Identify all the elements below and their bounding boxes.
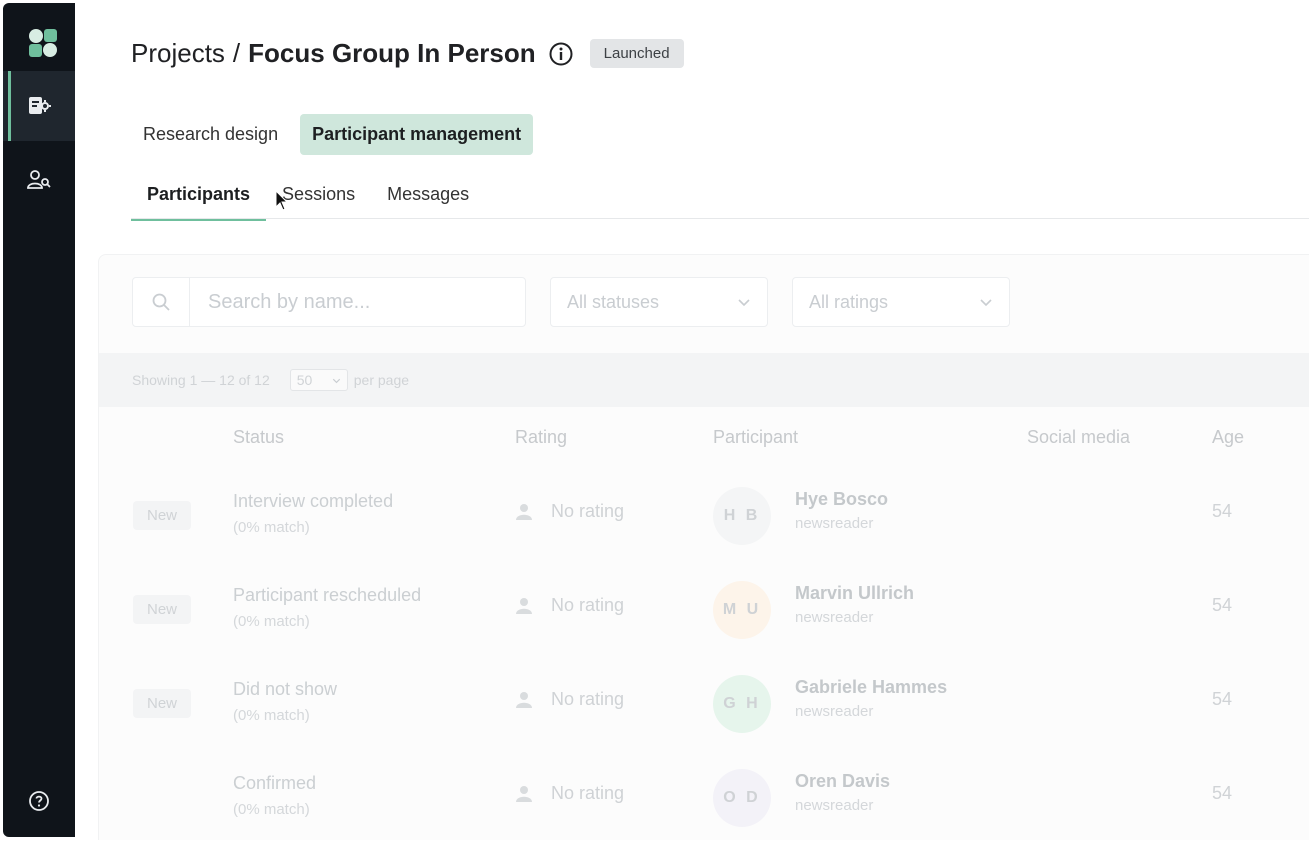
mode-tabs: Research design Participant management (131, 114, 534, 155)
sidebar-item-participants[interactable] (3, 145, 75, 215)
avatar: M U (713, 581, 771, 639)
showing-text: Showing 1 — 12 of 12 (132, 372, 270, 388)
tabs-divider (131, 218, 1309, 219)
person-icon (516, 785, 532, 802)
status-text: Confirmed (233, 773, 317, 793)
avatar: G H (713, 675, 771, 733)
table-header: Status Rating Participant Social media A… (99, 415, 1309, 461)
match-text: (0% match) (233, 707, 310, 724)
rating-text: No rating (551, 783, 625, 803)
age-cell: 54 (1212, 501, 1233, 521)
rating-text: No rating (551, 501, 625, 521)
tab-research-design[interactable]: Research design (131, 114, 290, 155)
participants-panel: All statuses All ratings Showing 1 — 12 … (98, 254, 1309, 840)
table-row[interactable]: Confirmed (0% match) No rating O D Oren … (99, 751, 1309, 845)
pagination-bar: Showing 1 — 12 of 12 50 per page (99, 353, 1309, 407)
participant-subtitle: newsreader (795, 797, 874, 814)
research-icon (29, 97, 51, 114)
participant-subtitle: newsreader (795, 703, 874, 720)
page-title: Projects / Focus Group In Person Launche… (131, 38, 684, 69)
breadcrumb-root[interactable]: Projects (131, 38, 225, 69)
per-page-value: 50 (296, 372, 313, 388)
breadcrumb-current: Focus Group In Person (248, 38, 536, 68)
rating-cell: No rating (515, 783, 624, 804)
chevron-down-icon (738, 299, 750, 307)
participant-name[interactable]: Hye Bosco (795, 489, 888, 510)
status-badge: Launched (589, 39, 684, 68)
avatar: H B (713, 487, 771, 545)
age-cell: 54 (1212, 689, 1233, 709)
rating-text: No rating (551, 689, 625, 709)
column-header-participant[interactable]: Participant (713, 427, 798, 448)
match-text: (0% match) (233, 519, 310, 536)
help-icon[interactable] (27, 789, 51, 813)
search-input[interactable] (206, 289, 510, 315)
avatar: O D (713, 769, 771, 827)
tab-messages[interactable]: Messages (371, 174, 485, 219)
chevron-down-icon (332, 378, 340, 383)
rating-cell: No rating (515, 501, 624, 522)
table-row[interactable]: New Did not show (0% match) No rating G … (99, 657, 1309, 751)
column-header-age[interactable]: Age (1212, 427, 1244, 448)
participant-name[interactable]: Gabriele Hammes (795, 677, 947, 698)
rating-cell: No rating (515, 595, 624, 616)
status-filter-value: All statuses (567, 291, 660, 312)
participant-name[interactable]: Oren Davis (795, 771, 890, 792)
match-text: (0% match) (233, 613, 310, 630)
search-box[interactable] (132, 277, 526, 327)
breadcrumb-separator: / (232, 38, 241, 68)
person-icon (516, 597, 532, 614)
participant-name[interactable]: Marvin Ullrich (795, 583, 914, 604)
per-page-select[interactable]: 50 (289, 369, 348, 391)
column-header-status[interactable]: Status (233, 427, 284, 448)
new-tag: New (133, 595, 192, 624)
app-logo-icon[interactable] (27, 27, 59, 59)
app-window: Projects / Focus Group In Person Launche… (0, 0, 1309, 840)
participant-subtitle: newsreader (795, 609, 874, 626)
age-cell: 54 (1212, 595, 1233, 615)
match-text: (0% match) (233, 801, 310, 818)
rating-cell: No rating (515, 689, 624, 710)
tab-participant-management[interactable]: Participant management (300, 114, 534, 155)
participant-subtitle: newsreader (795, 515, 874, 532)
new-tag: New (133, 501, 192, 530)
chevron-down-icon (980, 299, 992, 307)
sidebar-item-research[interactable] (3, 71, 75, 141)
mouse-cursor-icon (275, 190, 289, 211)
status-filter-select[interactable]: All statuses (550, 277, 768, 327)
tab-participants[interactable]: Participants (131, 174, 267, 221)
status-text: Interview completed (233, 491, 394, 511)
sub-tabs: Participants Sessions Messages (131, 174, 485, 221)
info-icon[interactable] (548, 41, 574, 67)
participants-icon (27, 170, 51, 189)
table-row[interactable]: New Participant rescheduled (0% match) N… (99, 563, 1309, 657)
sidebar (3, 3, 75, 837)
rating-text: No rating (551, 595, 625, 615)
column-header-rating[interactable]: Rating (515, 427, 567, 448)
person-icon (516, 503, 532, 520)
status-text: Participant rescheduled (233, 585, 422, 605)
rating-filter-value: All ratings (809, 291, 889, 312)
per-page-label: per page (353, 372, 410, 388)
filters-bar: All statuses All ratings (132, 277, 1010, 327)
age-cell: 54 (1212, 783, 1233, 803)
new-tag: New (133, 689, 192, 718)
table-row[interactable]: New Interview completed (0% match) No ra… (99, 469, 1309, 563)
search-icon (133, 278, 190, 326)
person-icon (516, 691, 532, 708)
status-text: Did not show (233, 679, 338, 699)
column-header-social-media[interactable]: Social media (1027, 427, 1130, 448)
rating-filter-select[interactable]: All ratings (792, 277, 1010, 327)
